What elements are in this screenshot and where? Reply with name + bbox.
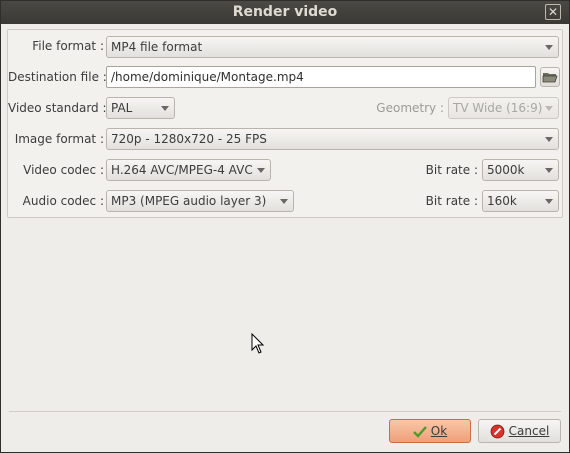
audio-codec-label: Audio codec : <box>22 194 104 208</box>
image-format-label: Image format : <box>14 132 104 146</box>
dialog-title: Render video <box>232 4 338 20</box>
video-codec-select[interactable]: H.264 AVC/MPEG-4 AVC <box>106 159 271 181</box>
file-format-value: MP4 file format <box>111 40 203 54</box>
browse-button[interactable] <box>540 67 560 87</box>
video-standard-select[interactable]: PAL <box>106 97 175 119</box>
chevron-down-icon <box>161 106 169 111</box>
chevron-down-icon <box>545 45 553 50</box>
audio-bitrate-value: 160k <box>487 194 517 208</box>
ok-label: Ok <box>430 424 448 438</box>
checkmark-icon <box>412 425 427 438</box>
audio-codec-value: MP3 (MPEG audio layer 3) <box>111 194 267 208</box>
video-bitrate-value: 5000k <box>487 163 525 177</box>
geometry-value: TV Wide (16:9) <box>453 101 543 115</box>
button-separator <box>9 411 561 412</box>
destination-file-field[interactable]: /home/dominique/Montage.mp4 <box>106 66 536 88</box>
render-video-dialog: Render video ✕ File format : MP4 file fo… <box>0 0 570 453</box>
chevron-down-icon <box>545 168 553 173</box>
mouse-pointer-icon <box>251 333 265 354</box>
image-format-value: 720p - 1280x720 - 25 FPS <box>111 132 267 146</box>
cancel-icon <box>490 424 505 439</box>
title-bar: Render video ✕ <box>1 1 569 24</box>
cancel-button[interactable]: Cancel <box>478 419 561 443</box>
audio-bitrate-select[interactable]: 160k <box>482 190 559 212</box>
image-format-select[interactable]: 720p - 1280x720 - 25 FPS <box>106 128 559 150</box>
destination-label: Destination file : <box>8 70 107 84</box>
settings-group: File format : MP4 file format Destinatio… <box>7 29 563 218</box>
chevron-down-icon <box>280 199 288 204</box>
geometry-select[interactable]: TV Wide (16:9) <box>448 97 559 119</box>
chevron-down-icon <box>545 106 553 111</box>
video-standard-value: PAL <box>111 101 133 115</box>
audio-bitrate-label: Bit rate : <box>425 194 478 208</box>
video-codec-value: H.264 AVC/MPEG-4 AVC <box>111 163 253 177</box>
close-button[interactable]: ✕ <box>545 4 561 20</box>
video-bitrate-select[interactable]: 5000k <box>482 159 559 181</box>
folder-open-icon <box>542 73 558 83</box>
close-icon: ✕ <box>547 5 559 19</box>
chevron-down-icon <box>545 137 553 142</box>
cancel-label: Cancel <box>508 424 550 438</box>
geometry-label: Geometry : <box>376 101 444 115</box>
file-format-select[interactable]: MP4 file format <box>106 36 559 58</box>
chevron-down-icon <box>545 199 553 204</box>
file-format-label: File format : <box>32 39 104 53</box>
video-standard-label: Video standard : <box>8 101 107 115</box>
ok-button[interactable]: Ok <box>389 419 471 443</box>
video-codec-label: Video codec : <box>23 163 104 177</box>
chevron-down-icon <box>257 168 265 173</box>
audio-codec-select[interactable]: MP3 (MPEG audio layer 3) <box>106 190 294 212</box>
video-bitrate-label: Bit rate : <box>425 163 478 177</box>
